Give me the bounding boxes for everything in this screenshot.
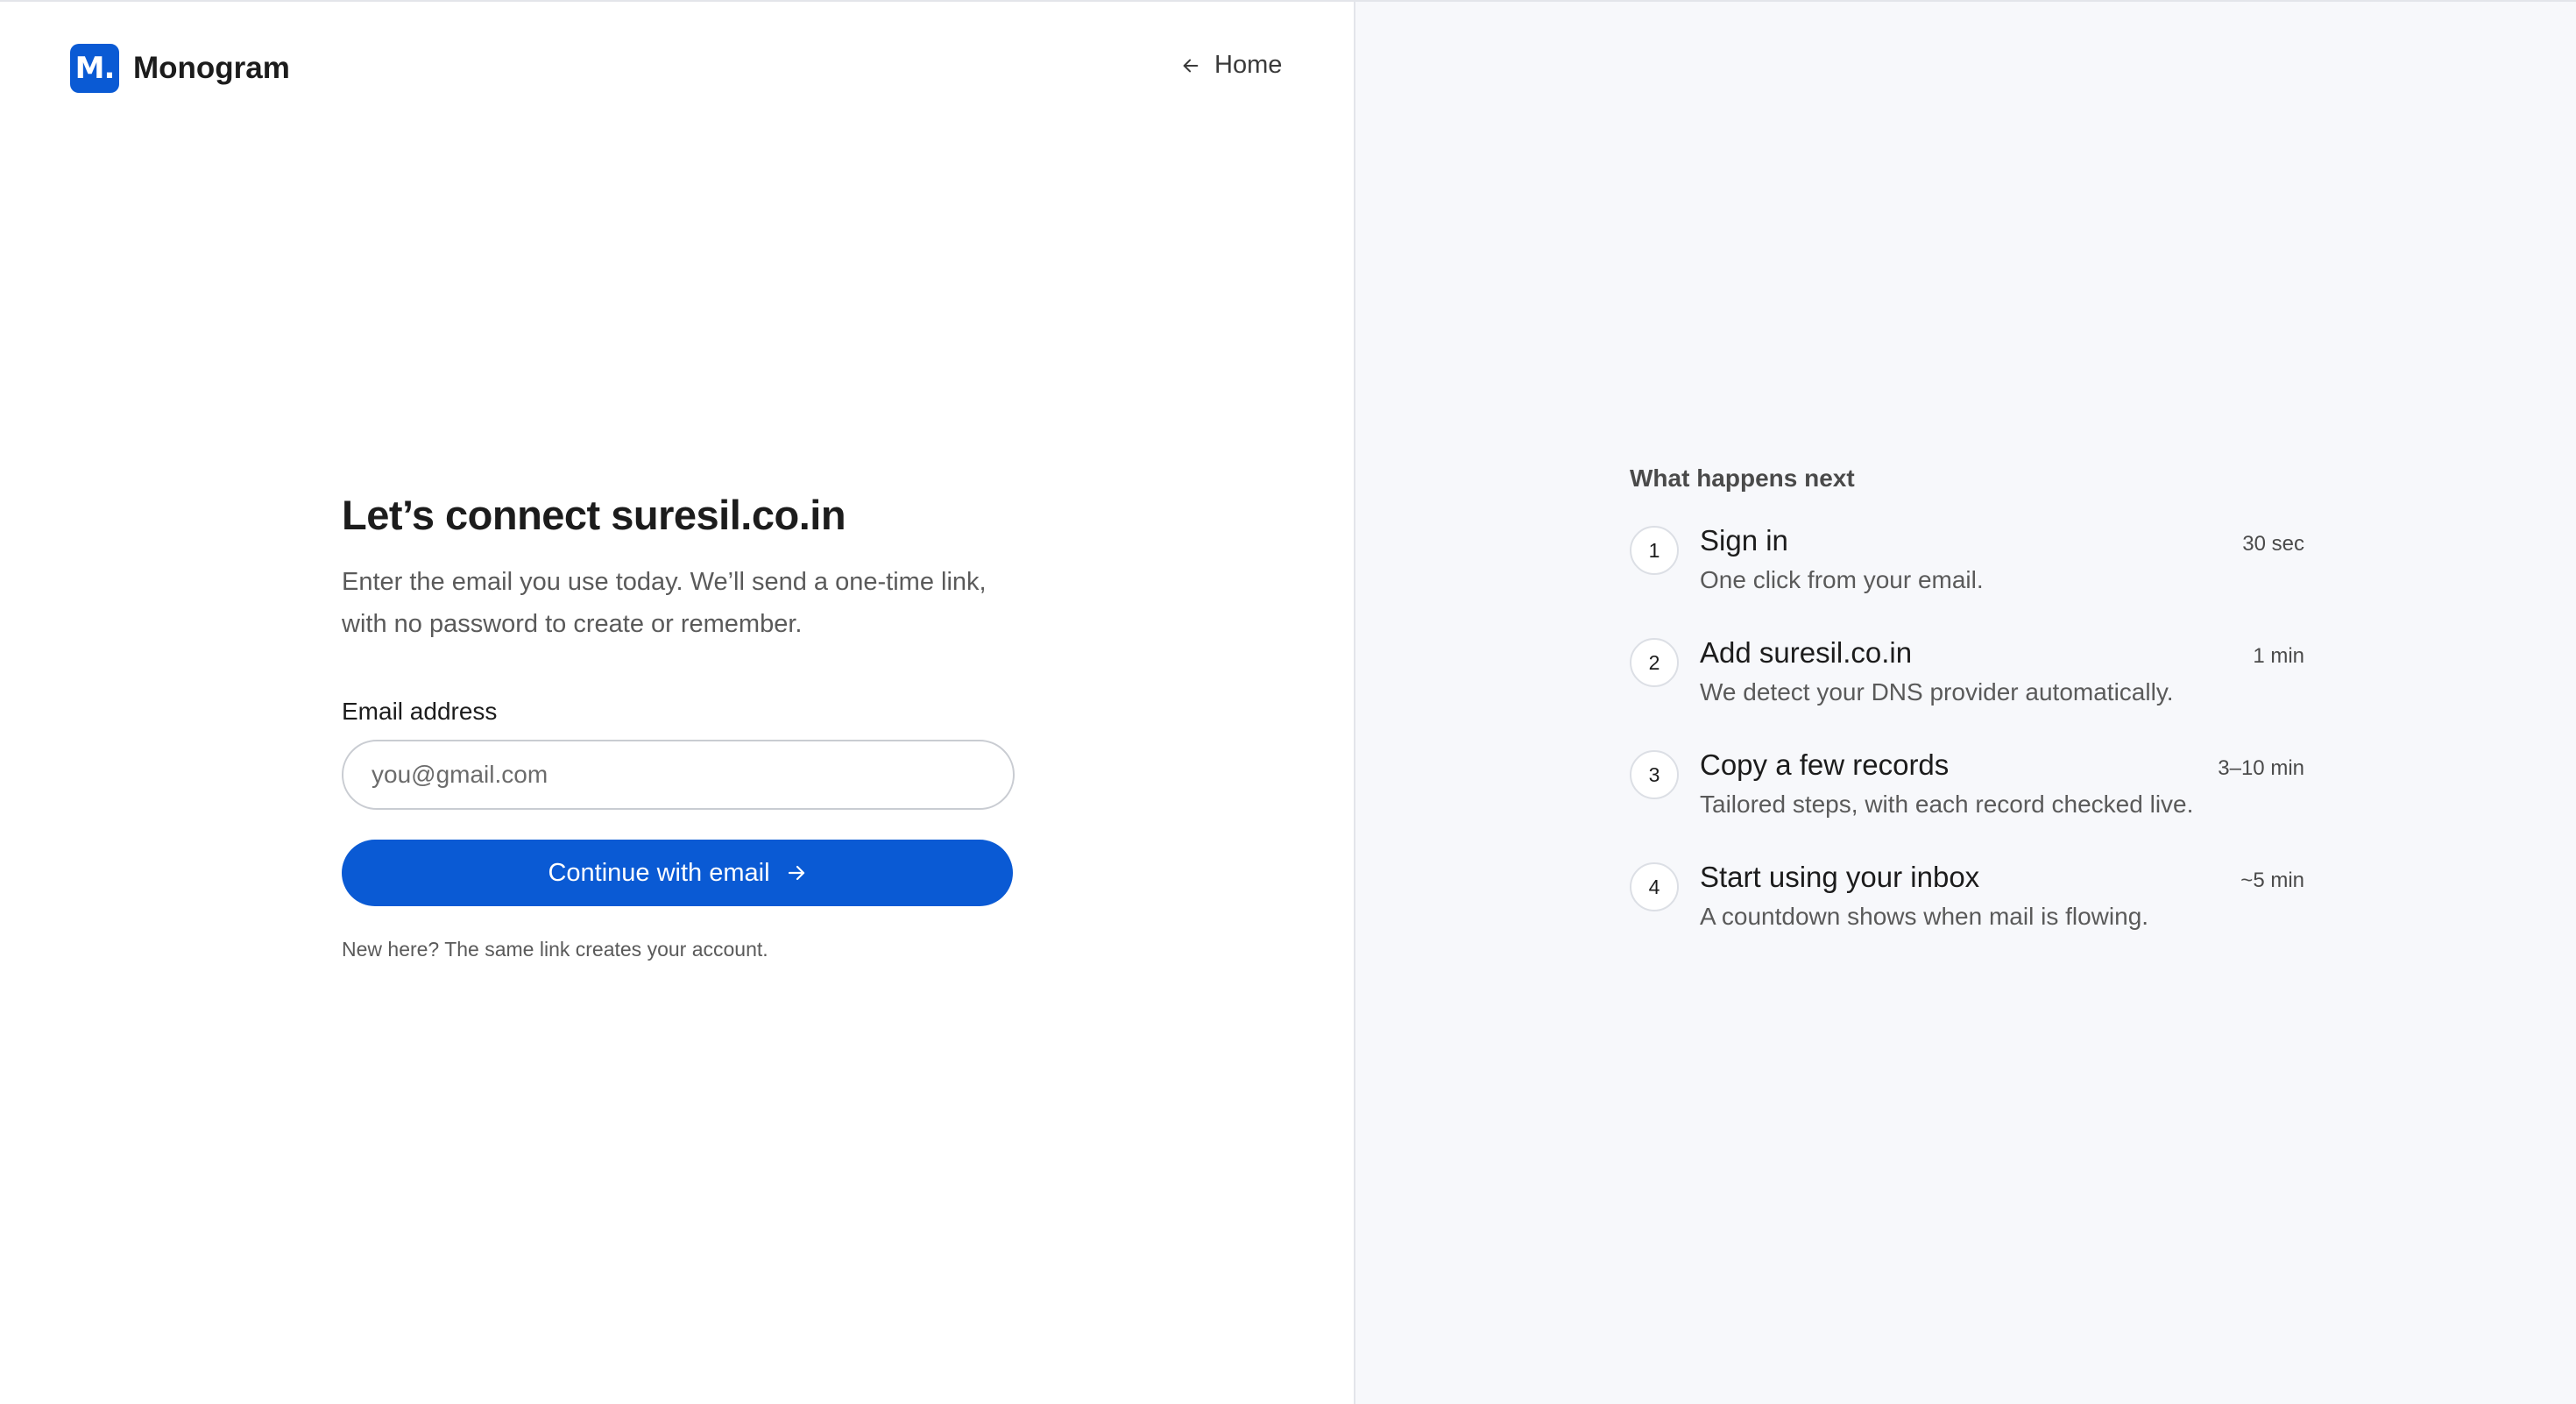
- home-link-label: Home: [1214, 51, 1283, 79]
- step-title-row: Copy a few records 3–10 min: [1700, 748, 2304, 782]
- monogram-logo-icon: M.: [70, 44, 119, 93]
- new-account-note: New here? The same link creates your acc…: [342, 938, 768, 961]
- step-duration: ~5 min: [2240, 869, 2304, 892]
- arrow-left-icon: [1183, 59, 1199, 72]
- steps-list: 1 Sign in 30 sec One click from your ema…: [1630, 524, 2304, 973]
- signin-panel: M. Monogram Home Let’s connect suresil.c…: [0, 2, 1355, 1404]
- next-steps-panel: What happens next 1 Sign in 30 sec One c…: [1355, 2, 2576, 1404]
- step-duration: 3–10 min: [2218, 756, 2304, 780]
- step-item: 2 Add suresil.co.in 1 min We detect your…: [1630, 636, 2304, 748]
- step-description: A countdown shows when mail is flowing.: [1700, 903, 2149, 930]
- step-body: Copy a few records 3–10 min Tailored ste…: [1700, 748, 2304, 819]
- step-title-row: Add suresil.co.in 1 min: [1700, 636, 2304, 670]
- page-title: Let’s connect suresil.co.in: [342, 492, 846, 538]
- step-title-row: Sign in 30 sec: [1700, 524, 2304, 557]
- step-description: We detect your DNS provider automaticall…: [1700, 678, 2174, 706]
- step-number-badge: 2: [1630, 638, 1679, 687]
- step-number-badge: 3: [1630, 750, 1679, 799]
- step-description: One click from your email.: [1700, 566, 1984, 593]
- step-title: Copy a few records: [1700, 748, 1950, 781]
- page: M. Monogram Home Let’s connect suresil.c…: [0, 0, 2576, 1404]
- email-field-label: Email address: [342, 698, 498, 726]
- step-body: Sign in 30 sec One click from your email…: [1700, 524, 2304, 594]
- step-item: 4 Start using your inbox ~5 min A countd…: [1630, 861, 2304, 973]
- step-number-badge: 4: [1630, 862, 1679, 911]
- step-body: Add suresil.co.in 1 min We detect your D…: [1700, 636, 2304, 706]
- continue-with-email-button[interactable]: Continue with email: [342, 840, 1013, 907]
- step-title: Add suresil.co.in: [1700, 636, 1913, 669]
- step-duration: 1 min: [2253, 644, 2304, 668]
- brand-logo-link[interactable]: M. Monogram: [70, 44, 290, 93]
- step-number-badge: 1: [1630, 526, 1679, 575]
- step-title-row: Start using your inbox ~5 min: [1700, 861, 2304, 894]
- brand-name: Monogram: [133, 51, 290, 85]
- continue-button-label: Continue with email: [548, 858, 770, 887]
- page-subtitle: Enter the email you use today. We’ll sen…: [342, 568, 987, 639]
- step-body: Start using your inbox ~5 min A countdow…: [1700, 861, 2304, 931]
- step-description: Tailored steps, with each record checked…: [1700, 791, 2194, 818]
- step-title: Sign in: [1700, 524, 1788, 557]
- step-title: Start using your inbox: [1700, 861, 1980, 893]
- next-steps: What happens next 1 Sign in 30 sec One c…: [1630, 464, 2304, 973]
- arrow-right-icon: [788, 866, 804, 881]
- email-input[interactable]: [342, 740, 1015, 811]
- next-steps-heading: What happens next: [1630, 464, 1855, 492]
- step-item: 1 Sign in 30 sec One click from your ema…: [1630, 524, 2304, 636]
- step-item: 3 Copy a few records 3–10 min Tailored s…: [1630, 748, 2304, 861]
- signin-form: Let’s connect suresil.co.in Enter the em…: [342, 491, 1016, 961]
- step-duration: 30 sec: [2242, 532, 2304, 556]
- home-link[interactable]: Home: [1181, 51, 1282, 80]
